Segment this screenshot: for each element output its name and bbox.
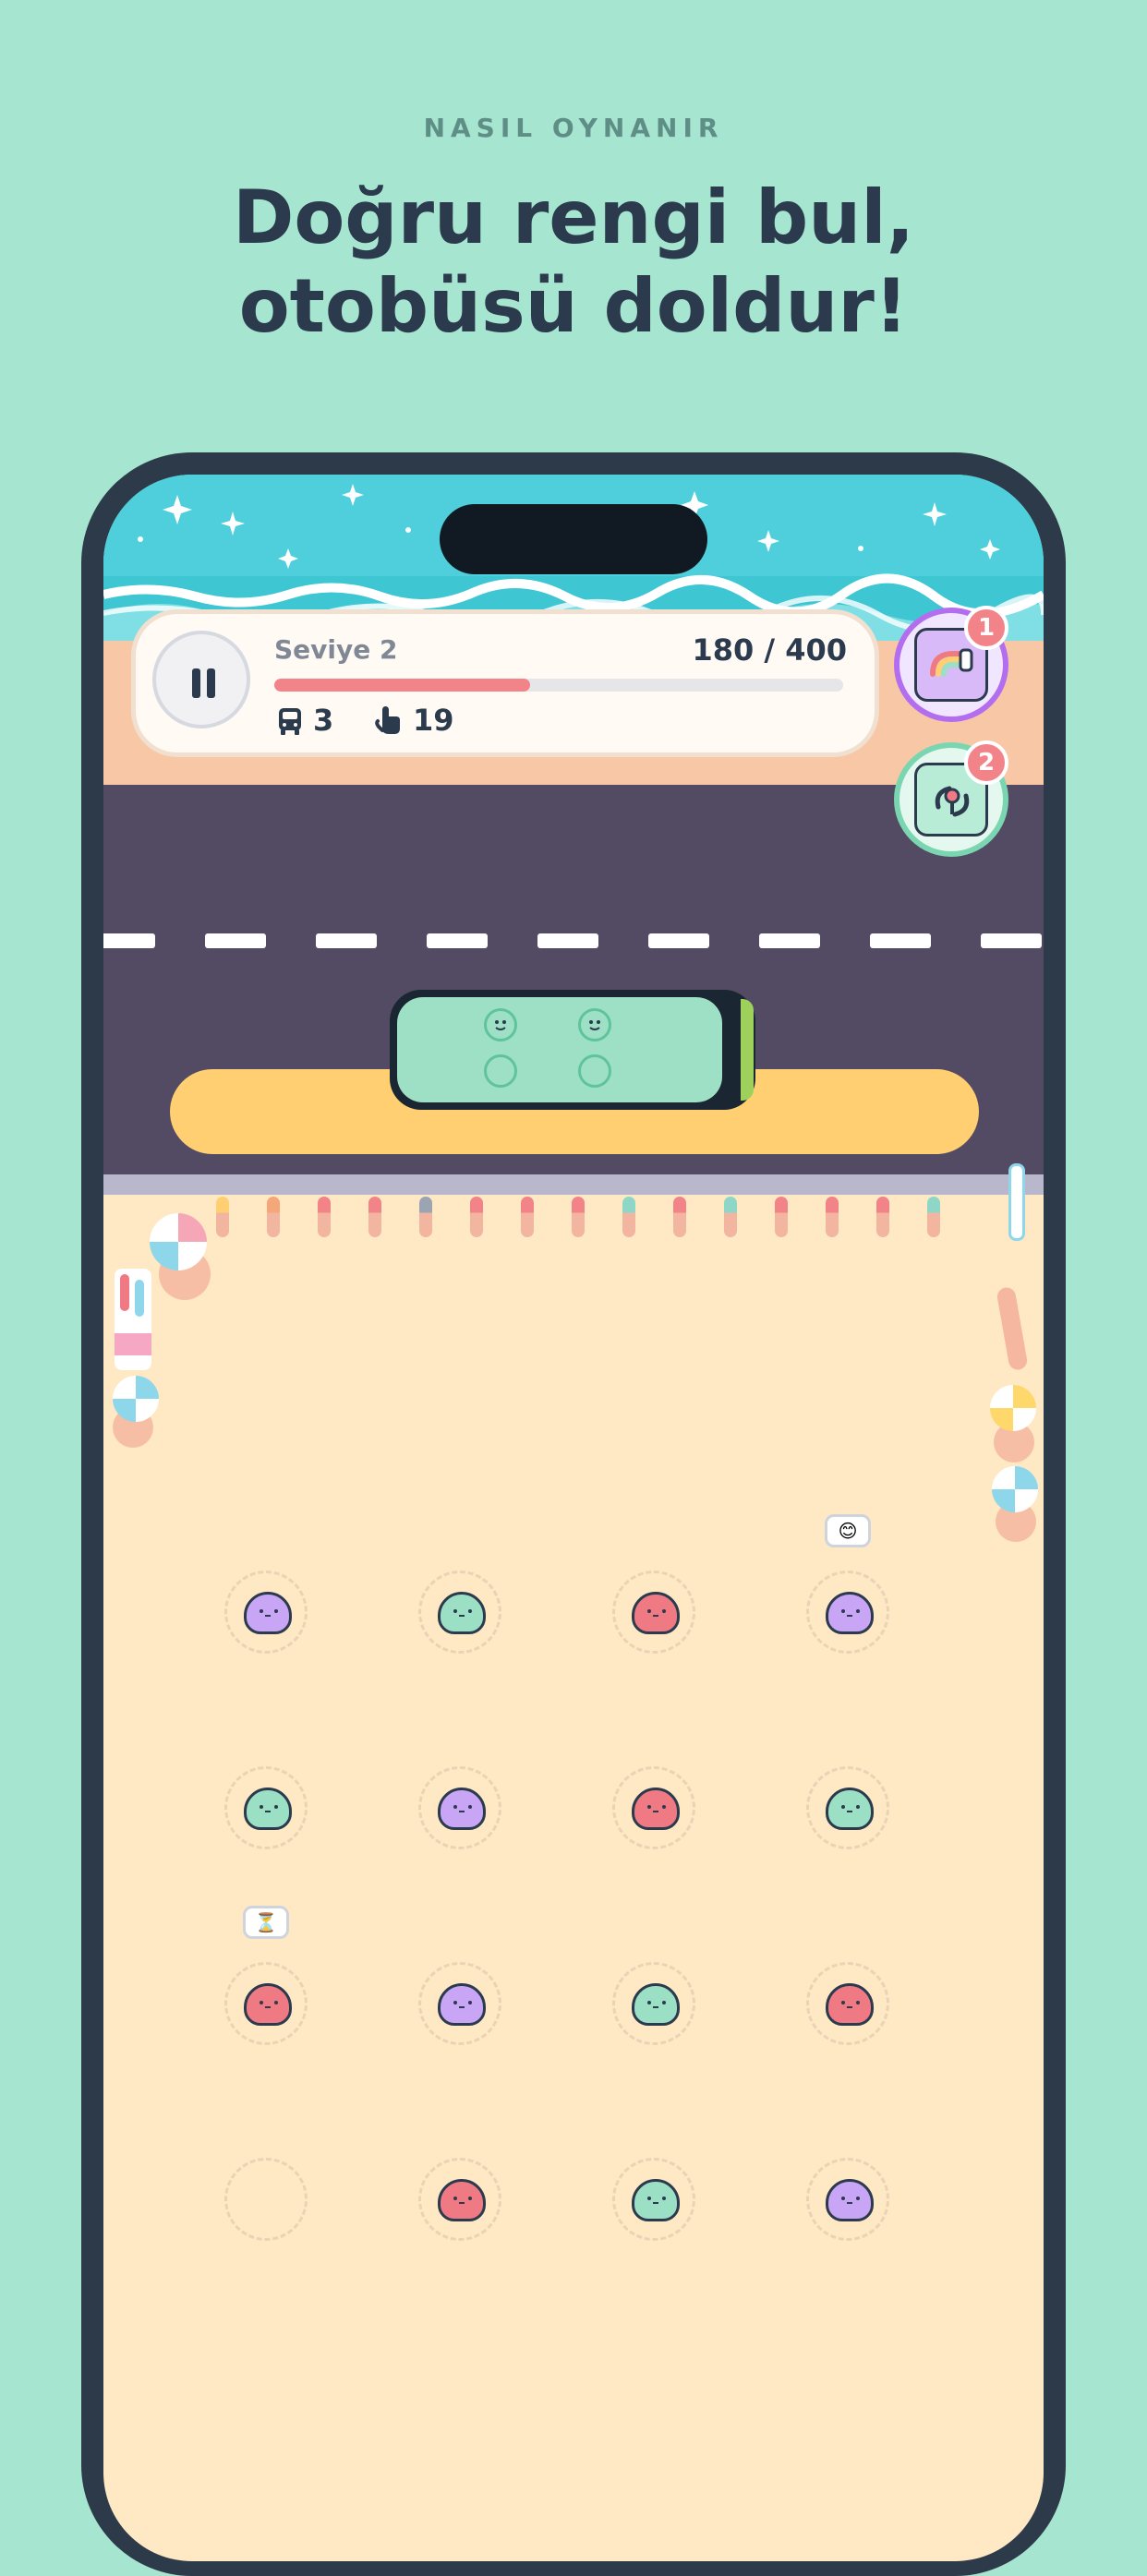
game-screen: Seviye 2 180 / 400 3 19 1 2 😊 ⏳ [103, 475, 1044, 2561]
beach-umbrella [990, 1385, 1036, 1431]
passenger-spot[interactable] [806, 2158, 889, 2241]
bus-seat-filled [484, 1008, 517, 1041]
passenger-spot[interactable] [418, 2158, 501, 2241]
pause-icon-bar [207, 668, 215, 698]
progress-bar [274, 679, 843, 692]
beach-post [216, 1197, 229, 1237]
passenger-spot[interactable] [418, 1571, 501, 1654]
beach-post [470, 1197, 483, 1237]
beach-umbrella [150, 1213, 207, 1270]
beach-post [368, 1197, 381, 1237]
passenger-green[interactable] [244, 1788, 292, 1830]
taps-count: 19 [413, 703, 454, 738]
curb [103, 1174, 1044, 1195]
eyebrow-label: NASIL OYNANIR [423, 113, 724, 143]
beach-post [521, 1197, 534, 1237]
beach-post [927, 1197, 940, 1237]
empty-spot [224, 2158, 308, 2241]
passenger-red[interactable] [826, 1983, 874, 2026]
beach-towel [996, 1285, 1029, 1372]
tap-icon [375, 706, 400, 734]
passenger-green[interactable] [826, 1788, 874, 1830]
buses-count: 3 [313, 703, 334, 738]
passenger-red[interactable] [632, 1592, 680, 1634]
passenger-spot[interactable] [612, 1766, 695, 1849]
rainbow-icon [930, 648, 973, 677]
passenger-spot[interactable] [224, 1962, 308, 2045]
powerup-rainbow-badge: 1 [964, 606, 1008, 650]
bus-seat-empty [578, 1054, 611, 1088]
passenger-spot[interactable] [806, 1962, 889, 2045]
lane-marker [648, 933, 709, 948]
passenger-red[interactable] [632, 1788, 680, 1830]
shuffle-icon [935, 786, 970, 817]
beach-post [724, 1197, 737, 1237]
bus-front [741, 999, 754, 1101]
headline-line-1: Doğru rengi bul, [232, 175, 915, 260]
powerup-shuffle-button[interactable]: 2 [894, 740, 1008, 857]
beach-post [622, 1197, 635, 1237]
passenger-green[interactable] [632, 2179, 680, 2221]
dynamic-island [440, 504, 707, 574]
bus-body [397, 997, 722, 1102]
powerup-rainbow-button[interactable]: 1 [894, 606, 1008, 722]
passenger-purple[interactable] [438, 1788, 486, 1830]
passenger-spot[interactable] [612, 2158, 695, 2241]
passenger-purple[interactable] [826, 2179, 874, 2221]
lane-marker [870, 933, 931, 948]
lane-marker [103, 933, 155, 948]
lane-marker [427, 933, 488, 948]
lane-marker [316, 933, 377, 948]
passenger-bubble: 😊 [825, 1514, 871, 1547]
passenger-spot[interactable] [612, 1962, 695, 2045]
passenger-bubble: ⏳ [243, 1906, 289, 1939]
passenger-red[interactable] [438, 2179, 486, 2221]
passenger-spot[interactable] [224, 1571, 308, 1654]
beach-post [876, 1197, 889, 1237]
bus-seat-filled [578, 1008, 611, 1041]
passenger-spot[interactable] [418, 1962, 501, 2045]
bus-icon [279, 708, 301, 735]
bus[interactable] [390, 990, 755, 1110]
lifeguard-post [1008, 1163, 1025, 1241]
level-label: Seviye 2 [274, 634, 398, 665]
beach-post [318, 1197, 331, 1237]
lane-marker [205, 933, 266, 948]
beach-post [572, 1197, 585, 1237]
passenger-red[interactable] [244, 1983, 292, 2026]
beach-umbrella [992, 1466, 1038, 1512]
lane-marker [759, 933, 820, 948]
passenger-purple[interactable] [244, 1592, 292, 1634]
passenger-spot[interactable] [612, 1571, 695, 1654]
beach-post [775, 1197, 788, 1237]
progress-fill [274, 679, 531, 692]
beach-umbrella [113, 1376, 159, 1422]
ice-cream-cart [115, 1269, 151, 1370]
pause-icon [192, 668, 200, 698]
passenger-green[interactable] [438, 1592, 486, 1634]
lane-marker [537, 933, 598, 948]
phone-frame: Seviye 2 180 / 400 3 19 1 2 😊 ⏳ [81, 452, 1066, 2576]
passenger-green[interactable] [632, 1983, 680, 2026]
passenger-spot[interactable] [806, 1571, 889, 1654]
beach-post [419, 1197, 432, 1237]
passenger-spot[interactable] [806, 1766, 889, 1849]
level-hud: Seviye 2 180 / 400 3 19 [131, 609, 879, 757]
score-text: 180 / 400 [692, 632, 847, 668]
lane-marker [981, 933, 1042, 948]
passenger-spot[interactable] [224, 1766, 308, 1849]
powerup-shuffle-badge: 2 [964, 740, 1008, 785]
headline-line-2: otobüsü doldur! [238, 263, 909, 349]
passenger-purple[interactable] [826, 1592, 874, 1634]
headline: Doğru rengi bul, otobüsü doldur! [0, 174, 1147, 351]
beach-post [267, 1197, 280, 1237]
beach-post [826, 1197, 839, 1237]
beach-post [673, 1197, 686, 1237]
passenger-purple[interactable] [438, 1983, 486, 2026]
bus-seat-empty [484, 1054, 517, 1088]
passenger-spot[interactable] [418, 1766, 501, 1849]
pause-button[interactable] [152, 631, 250, 728]
